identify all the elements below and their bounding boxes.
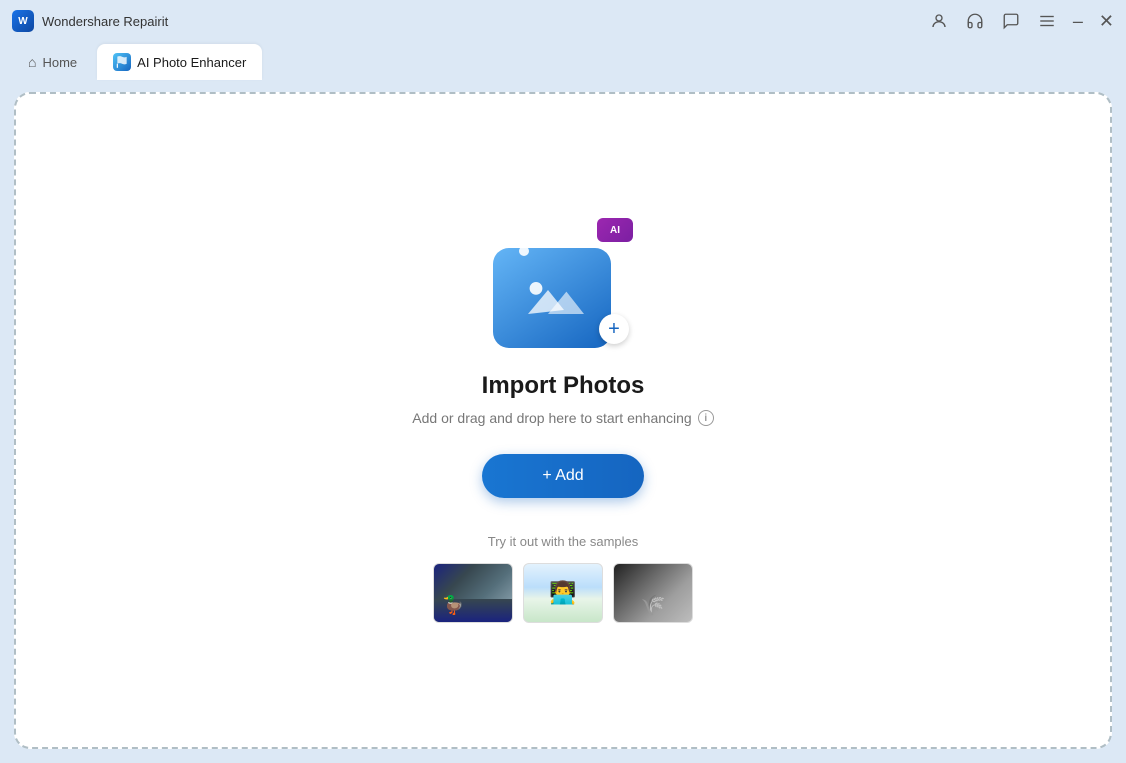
import-title: Import Photos	[482, 372, 645, 400]
home-tab-label: Home	[42, 55, 77, 70]
tab-ai-photo-enhancer[interactable]: AI Photo Enhancer	[97, 44, 262, 80]
sample-thumb-field[interactable]	[613, 563, 693, 623]
menu-icon[interactable]	[1037, 11, 1057, 31]
title-bar-left: W Wondershare Repairit	[12, 10, 168, 32]
main-content: AI + Import Photos Add or drag and drop …	[0, 82, 1126, 763]
minimize-button[interactable]: –	[1073, 11, 1083, 32]
chat-icon[interactable]	[1001, 11, 1021, 31]
title-bar: W Wondershare Repairit – ✕	[0, 0, 1126, 42]
samples-label: Try it out with the samples	[488, 534, 639, 549]
user-icon[interactable]	[929, 11, 949, 31]
add-circle-icon: +	[599, 314, 629, 344]
app-icon: W	[12, 10, 34, 32]
drop-zone[interactable]: AI + Import Photos Add or drag and drop …	[14, 92, 1112, 749]
tab-bar: ⌂ Home AI Photo Enhancer	[0, 42, 1126, 82]
photo-icon-back	[493, 248, 611, 348]
import-subtitle-text: Add or drag and drop here to start enhan…	[412, 410, 691, 426]
add-button[interactable]: + Add	[482, 454, 643, 498]
sample-thumb-ducks[interactable]	[433, 563, 513, 623]
ai-badge: AI	[597, 218, 633, 242]
sample-thumb-man[interactable]	[523, 563, 603, 623]
samples-row	[433, 563, 693, 623]
tab-home[interactable]: ⌂ Home	[12, 44, 93, 80]
dot-decoration	[519, 246, 529, 256]
app-name: Wondershare Repairit	[42, 14, 168, 29]
photo-icon-wrapper: AI +	[493, 218, 633, 348]
close-button[interactable]: ✕	[1099, 11, 1114, 32]
title-bar-right: – ✕	[929, 11, 1114, 32]
import-subtitle: Add or drag and drop here to start enhan…	[412, 410, 713, 426]
home-icon: ⌂	[28, 54, 36, 70]
info-icon[interactable]: i	[698, 410, 714, 426]
headset-icon[interactable]	[965, 11, 985, 31]
ai-tab-icon	[113, 53, 131, 71]
ai-tab-label: AI Photo Enhancer	[137, 55, 246, 70]
